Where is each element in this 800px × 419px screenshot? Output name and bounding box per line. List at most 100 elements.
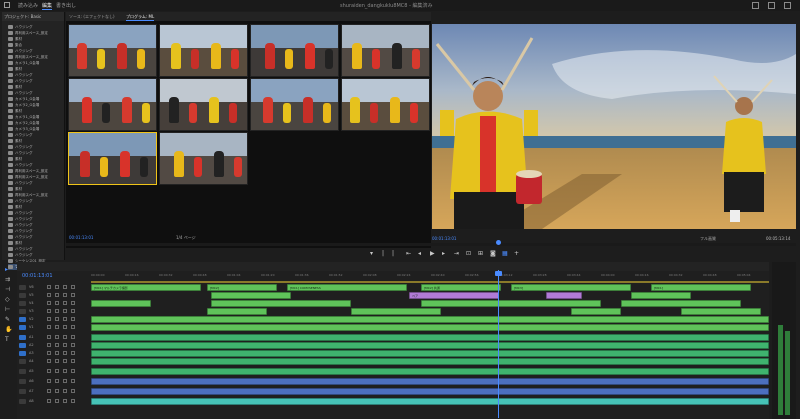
eye-icon[interactable]	[63, 301, 67, 305]
audio-clip[interactable]	[91, 398, 769, 405]
audio-track-header[interactable]: A1	[17, 334, 89, 341]
mute-icon[interactable]	[63, 359, 67, 363]
video-track-header[interactable]: V1	[17, 324, 89, 331]
audio-track-header[interactable]: A3	[17, 350, 89, 357]
sync-lock-icon[interactable]	[55, 325, 59, 329]
mute-icon[interactable]	[63, 335, 67, 339]
track-target-toggle[interactable]	[19, 285, 26, 290]
lock-icon[interactable]	[47, 309, 51, 313]
camera-angle-2[interactable]	[159, 24, 248, 77]
track-target-toggle[interactable]	[19, 317, 26, 322]
source-fit-select[interactable]: 1/4 ページ	[176, 235, 196, 241]
camera-angle-8[interactable]	[341, 78, 430, 131]
track-target-toggle[interactable]	[19, 359, 26, 364]
source-timecode[interactable]: 00:01:13:01	[69, 235, 93, 240]
audio-track-header[interactable]: A7	[17, 388, 89, 395]
eye-icon[interactable]	[63, 317, 67, 321]
mark-clip-icon[interactable]: |	[392, 250, 394, 258]
slip-tool-icon[interactable]: ⊢	[5, 307, 12, 313]
sync-lock-icon[interactable]	[55, 359, 59, 363]
scrubber-playhead[interactable]	[496, 240, 501, 245]
lock-icon[interactable]	[47, 369, 51, 373]
lock-icon[interactable]	[47, 351, 51, 355]
lock-icon[interactable]	[47, 293, 51, 297]
video-clip[interactable]	[211, 292, 291, 299]
play-icon[interactable]: ▶	[430, 250, 435, 258]
export-frame-icon[interactable]: ◙	[490, 250, 496, 258]
sync-lock-icon[interactable]	[55, 317, 59, 321]
pen-tool-icon[interactable]: ✎	[5, 317, 12, 323]
video-clip[interactable]	[91, 316, 769, 323]
audio-clip[interactable]	[91, 334, 769, 341]
camera-angle-1[interactable]	[68, 24, 157, 77]
solo-icon[interactable]	[71, 359, 75, 363]
track-target-toggle[interactable]	[19, 301, 26, 306]
home-icon[interactable]	[4, 2, 10, 8]
workspace-export[interactable]: 書き出し	[56, 2, 76, 9]
audio-track-header[interactable]: A4	[17, 358, 89, 365]
lock-icon[interactable]	[47, 389, 51, 393]
eye-icon[interactable]	[63, 325, 67, 329]
time-ruler[interactable]: 00:00:00 00:00:16 00:00:32 00:00:48 00:01:04…	[91, 272, 769, 281]
video-clip[interactable]	[211, 300, 351, 307]
sync-lock-icon[interactable]	[55, 335, 59, 339]
sync-lock-icon[interactable]	[55, 309, 59, 313]
sync-lock-icon[interactable]	[55, 399, 59, 403]
camera-angle-7[interactable]	[250, 78, 339, 131]
video-clip[interactable]: [MC1] COMVSENESS	[287, 284, 407, 291]
tab-source[interactable]: ソース: (エフェクトなし)	[69, 14, 115, 20]
video-clip[interactable]: [MC2] 共通	[421, 284, 501, 291]
mute-icon[interactable]	[63, 369, 67, 373]
solo-icon[interactable]	[71, 343, 75, 347]
audio-clip[interactable]	[91, 388, 769, 395]
mute-icon[interactable]	[63, 399, 67, 403]
monitor-scrubber[interactable]	[66, 243, 796, 246]
video-clip[interactable]	[91, 324, 769, 331]
razor-tool-icon[interactable]: ◇	[5, 297, 12, 303]
tab-project[interactable]: プロジェクト: Basic	[4, 14, 41, 20]
lock-icon[interactable]	[47, 325, 51, 329]
sync-lock-icon[interactable]	[55, 379, 59, 383]
work-area-bar[interactable]	[91, 281, 769, 283]
output-icon[interactable]	[71, 301, 75, 305]
selection-tool-icon[interactable]: ▸	[5, 267, 12, 273]
sync-lock-icon[interactable]	[55, 301, 59, 305]
lock-icon[interactable]	[47, 317, 51, 321]
mute-icon[interactable]	[63, 351, 67, 355]
video-clip[interactable]	[351, 308, 441, 315]
output-icon[interactable]	[71, 285, 75, 289]
step-back-icon[interactable]: ◂	[418, 250, 421, 258]
tab-program[interactable]: プログラム: ML	[126, 14, 155, 21]
audio-track-header[interactable]: A2	[17, 342, 89, 349]
audio-clip[interactable]	[91, 358, 769, 365]
timeline-playhead[interactable]	[498, 270, 499, 418]
track-target-toggle[interactable]	[19, 343, 26, 348]
video-clip[interactable]	[631, 292, 691, 299]
timeline-timecode[interactable]: 00:01:13:01	[22, 273, 53, 279]
video-clip[interactable]	[571, 308, 621, 315]
mark-in-icon[interactable]: ▾	[370, 250, 373, 258]
type-tool-icon[interactable]: T	[5, 337, 12, 343]
audio-track-header[interactable]: A6	[17, 378, 89, 385]
video-clip[interactable]: [MC2]	[207, 284, 277, 291]
track-target-toggle[interactable]	[19, 293, 26, 298]
sync-lock-icon[interactable]	[55, 389, 59, 393]
track-target-toggle[interactable]	[19, 369, 26, 374]
camera-angle-9[interactable]	[68, 132, 157, 185]
insert-icon[interactable]: ⊡	[466, 250, 471, 258]
sync-lock-icon[interactable]	[55, 369, 59, 373]
video-clip[interactable]: [MC1]	[651, 284, 751, 291]
lock-icon[interactable]	[47, 335, 51, 339]
lock-icon[interactable]	[47, 301, 51, 305]
multicam-icon[interactable]: ▦	[502, 250, 508, 258]
solo-icon[interactable]	[71, 389, 75, 393]
track-target-toggle[interactable]	[19, 379, 26, 384]
fullscreen-icon[interactable]	[784, 2, 791, 9]
mute-icon[interactable]	[63, 379, 67, 383]
lock-icon[interactable]	[47, 285, 51, 289]
sync-lock-icon[interactable]	[55, 285, 59, 289]
camera-angle-6[interactable]	[159, 78, 248, 131]
sync-lock-icon[interactable]	[55, 293, 59, 297]
audio-clip[interactable]	[91, 342, 769, 349]
quick-export-icon[interactable]	[752, 2, 759, 9]
